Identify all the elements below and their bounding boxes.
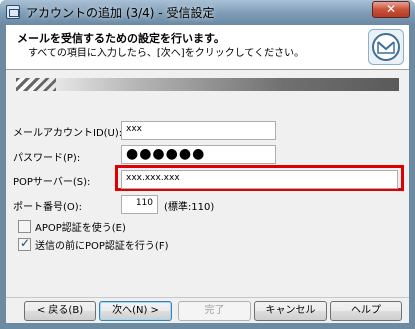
form-area: メールアカウントID(U): xxx パスワード(P): ●●●●●● POPサ… bbox=[6, 70, 409, 297]
pop-server-input[interactable]: xxx.xxx.xxx bbox=[121, 170, 398, 189]
account-id-input[interactable]: xxx bbox=[121, 121, 276, 140]
pop-before-send-label: 送信の前にPOP認証を行う(F) bbox=[35, 240, 169, 252]
apop-option[interactable]: APOP認証を使う(E) bbox=[18, 219, 126, 234]
section-banner bbox=[16, 78, 399, 91]
dialog-client: メールを受信するための設定を行います。 すべての項目に入力したら、[次へ]をクリ… bbox=[6, 25, 409, 323]
password-input[interactable]: ●●●●●● bbox=[121, 145, 276, 164]
next-button[interactable]: 次へ(N) > bbox=[99, 301, 172, 321]
close-button[interactable]: ✕ bbox=[372, 1, 410, 18]
window-app-icon bbox=[6, 5, 20, 19]
back-button[interactable]: < 戻る(B) bbox=[24, 301, 96, 321]
port-label: ポート番号(O): bbox=[13, 202, 83, 213]
close-icon: ✕ bbox=[385, 2, 397, 16]
pop-server-label: POPサーバー(S): bbox=[13, 177, 91, 188]
window-title: アカウントの追加 (3/4) - 受信設定 bbox=[26, 6, 215, 20]
header-subtitle: すべての項目に入力したら、[次へ]をクリックしてください。 bbox=[28, 48, 305, 59]
dialog-window: アカウントの追加 (3/4) - 受信設定 ✕ メールを受信するための設定を行い… bbox=[0, 0, 415, 329]
port-input[interactable]: 110 bbox=[121, 195, 158, 214]
mail-logo-icon bbox=[368, 29, 404, 65]
wizard-header: メールを受信するための設定を行います。 すべての項目に入力したら、[次へ]をクリ… bbox=[6, 25, 409, 69]
pop-before-send-checkbox[interactable] bbox=[18, 236, 31, 251]
title-bar[interactable]: アカウントの追加 (3/4) - 受信設定 ✕ bbox=[0, 0, 415, 24]
password-label: パスワード(P): bbox=[13, 153, 81, 164]
port-default-note: (標準:110) bbox=[164, 202, 215, 213]
account-id-label: メールアカウントID(U): bbox=[13, 128, 123, 139]
help-button[interactable]: ヘルプ bbox=[330, 301, 402, 321]
button-bar: < 戻る(B) 次へ(N) > 完了 キャンセル ヘルプ bbox=[6, 298, 409, 323]
finish-button[interactable]: 完了 bbox=[178, 301, 251, 321]
apop-label: APOP認証を使う(E) bbox=[35, 222, 126, 234]
pop-before-send-option[interactable]: 送信の前にPOP認証を行う(F) bbox=[18, 236, 169, 252]
cancel-button[interactable]: キャンセル bbox=[254, 301, 327, 321]
apop-checkbox[interactable] bbox=[18, 219, 31, 233]
